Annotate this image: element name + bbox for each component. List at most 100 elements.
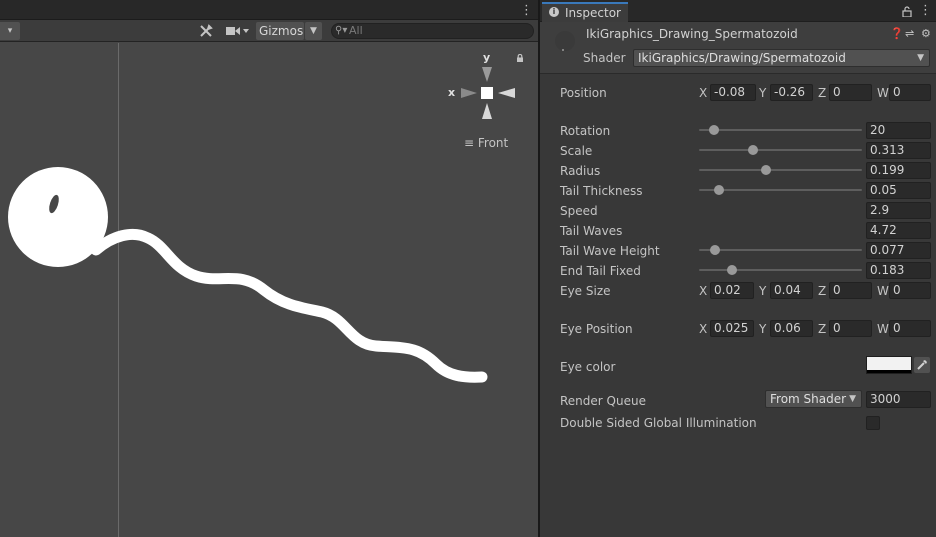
eye-position-w-field[interactable]: 0 — [889, 320, 931, 337]
render-queue-mode: From Shader — [770, 392, 847, 406]
eye-position-x-axis-label: X — [699, 322, 708, 336]
position-z-field[interactable]: 0 — [829, 84, 872, 101]
view-orientation-label[interactable]: ≡ Front — [464, 136, 508, 150]
speed-label: Speed — [560, 204, 598, 218]
tail-wave-height-slider-track[interactable] — [699, 249, 862, 251]
settings-gear-icon[interactable]: ⚙ — [921, 27, 931, 40]
help-icon[interactable]: ❓ — [890, 27, 904, 40]
material-name: IkiGraphics_Drawing_Spermatozoid — [586, 27, 798, 41]
end-tail-fixed-slider-track[interactable] — [699, 269, 862, 271]
eye-position-z-field[interactable]: 0 — [829, 320, 872, 337]
eye-size-z-field[interactable]: 0 — [829, 282, 872, 299]
scene-tab-bar: ⋮ — [0, 0, 538, 20]
eye-size-y-field[interactable]: 0.04 — [770, 282, 813, 299]
radius-slider-track[interactable] — [699, 169, 862, 171]
gizmo-x-label: x — [448, 86, 456, 99]
tab-inspector[interactable]: i Inspector — [542, 2, 628, 22]
material-header: IkiGraphics_Drawing_Spermatozoid ❓ ⇌ ⚙ S… — [540, 22, 936, 74]
draw-mode-dropdown[interactable]: ▾ — [0, 22, 20, 40]
eye-size-w-field[interactable]: 0 — [889, 282, 931, 299]
radius-label: Radius — [560, 164, 601, 178]
position-w-field[interactable]: 0 — [889, 84, 931, 101]
shader-label: Shader — [583, 51, 626, 65]
position-w-axis-label: W — [877, 86, 889, 100]
shader-dropdown[interactable]: IkiGraphics/Drawing/Spermatozoid ▼ — [633, 49, 930, 67]
tail-shape — [90, 229, 488, 383]
chevron-down-icon: ▼ — [917, 53, 924, 63]
scale-slider-thumb[interactable] — [747, 145, 758, 155]
eyedropper-icon[interactable] — [914, 357, 930, 373]
gizmos-button[interactable]: Gizmos — [256, 22, 304, 40]
scene-canvas[interactable] — [0, 43, 538, 537]
end-tail-fixed-slider-thumb[interactable] — [726, 265, 737, 275]
gizmo-lock-icon[interactable] — [516, 54, 524, 62]
render-queue-value-field[interactable]: 3000 — [866, 391, 931, 408]
eye-color-swatch[interactable] — [866, 356, 912, 374]
scene-search-input[interactable]: ⚲▾ All — [331, 23, 534, 39]
eye-position-z-axis-label: Z — [818, 322, 827, 336]
lock-icon[interactable] — [902, 6, 912, 17]
shader-value: IkiGraphics/Drawing/Spermatozoid — [638, 51, 846, 65]
preset-icon[interactable]: ⇌ — [905, 27, 914, 40]
tail-waves-value-field[interactable]: 4.72 — [866, 222, 931, 239]
position-x-axis-label: X — [699, 86, 708, 100]
tail-thickness-slider-thumb[interactable] — [713, 185, 724, 195]
end-tail-fixed-label: End Tail Fixed — [560, 264, 641, 278]
eye-size-label: Eye Size — [560, 284, 611, 298]
eye-size-z-axis-label: Z — [818, 284, 827, 298]
eye-position-w-axis-label: W — [877, 322, 889, 336]
tail-wave-height-value-field[interactable]: 0.077 — [866, 242, 931, 259]
eye-position-y-axis-label: Y — [759, 322, 767, 336]
render-queue-label: Render Queue — [560, 394, 646, 408]
radius-slider-thumb[interactable] — [760, 165, 771, 175]
eye-position-x-field[interactable]: 0.025 — [710, 320, 754, 337]
double-sided-gi-label: Double Sided Global Illumination — [560, 416, 757, 430]
inspector-menu-icon[interactable]: ⋮ — [919, 4, 932, 17]
scale-slider-track[interactable] — [699, 149, 862, 151]
spermatozoid-shape — [8, 167, 488, 383]
chevron-down-icon: ▼ — [849, 394, 856, 404]
tools-icon[interactable] — [196, 22, 216, 40]
tail-wave-height-slider-thumb[interactable] — [710, 245, 721, 255]
orientation-gizmo — [461, 67, 515, 119]
rotation-label: Rotation — [560, 124, 611, 138]
tail-wave-height-label: Tail Wave Height — [560, 244, 660, 258]
alpha-bar — [867, 370, 911, 373]
radius-value-field[interactable]: 0.199 — [866, 162, 931, 179]
inspector-panel: i Inspector ⋮ IkiGraphics_Drawing_Sperma… — [539, 0, 936, 537]
search-icon: ⚲▾ — [335, 25, 348, 36]
tail-waves-label: Tail Waves — [560, 224, 623, 238]
rotation-slider-thumb[interactable] — [708, 125, 719, 135]
rotation-slider-track[interactable] — [699, 129, 862, 131]
gizmo-y-cone — [482, 67, 492, 82]
speed-value-field[interactable]: 2.9 — [866, 202, 931, 219]
double-sided-gi-checkbox[interactable] — [866, 416, 880, 430]
end-tail-fixed-value-field[interactable]: 0.183 — [866, 262, 931, 279]
inspector-tab-bar: i Inspector ⋮ — [540, 0, 936, 22]
gizmos-dropdown-icon[interactable]: ▼ — [305, 22, 322, 40]
scene-view[interactable]: ⋮ ▾ Gizmos ▼ ⚲▾ All y x ≡ Front — [0, 0, 538, 537]
rotation-value-field[interactable]: 20 — [866, 122, 931, 139]
gizmo-y-label: y — [483, 51, 491, 64]
tail-thickness-value-field[interactable]: 0.05 — [866, 182, 931, 199]
scale-label: Scale — [560, 144, 593, 158]
position-y-axis-label: Y — [759, 86, 767, 100]
scene-menu-icon[interactable]: ⋮ — [520, 4, 533, 17]
search-placeholder: All — [349, 24, 363, 37]
info-icon: i — [549, 7, 559, 17]
tab-inspector-label: Inspector — [565, 6, 621, 20]
position-x-field[interactable]: -0.08 — [710, 84, 756, 101]
eye-size-x-field[interactable]: 0.02 — [710, 282, 754, 299]
eye-size-w-axis-label: W — [877, 284, 889, 298]
eye-size-y-axis-label: Y — [759, 284, 767, 298]
eye-position-label: Eye Position — [560, 322, 633, 336]
position-label: Position — [560, 86, 607, 100]
camera-icon[interactable] — [222, 22, 252, 40]
position-y-field[interactable]: -0.26 — [770, 84, 813, 101]
scale-value-field[interactable]: 0.313 — [866, 142, 931, 159]
eye-size-x-axis-label: X — [699, 284, 708, 298]
material-preview-icon — [555, 31, 575, 51]
eye-position-y-field[interactable]: 0.06 — [770, 320, 813, 337]
render-queue-dropdown[interactable]: From Shader ▼ — [765, 390, 862, 408]
scene-toolbar: ▾ Gizmos ▼ ⚲▾ All — [0, 20, 538, 42]
